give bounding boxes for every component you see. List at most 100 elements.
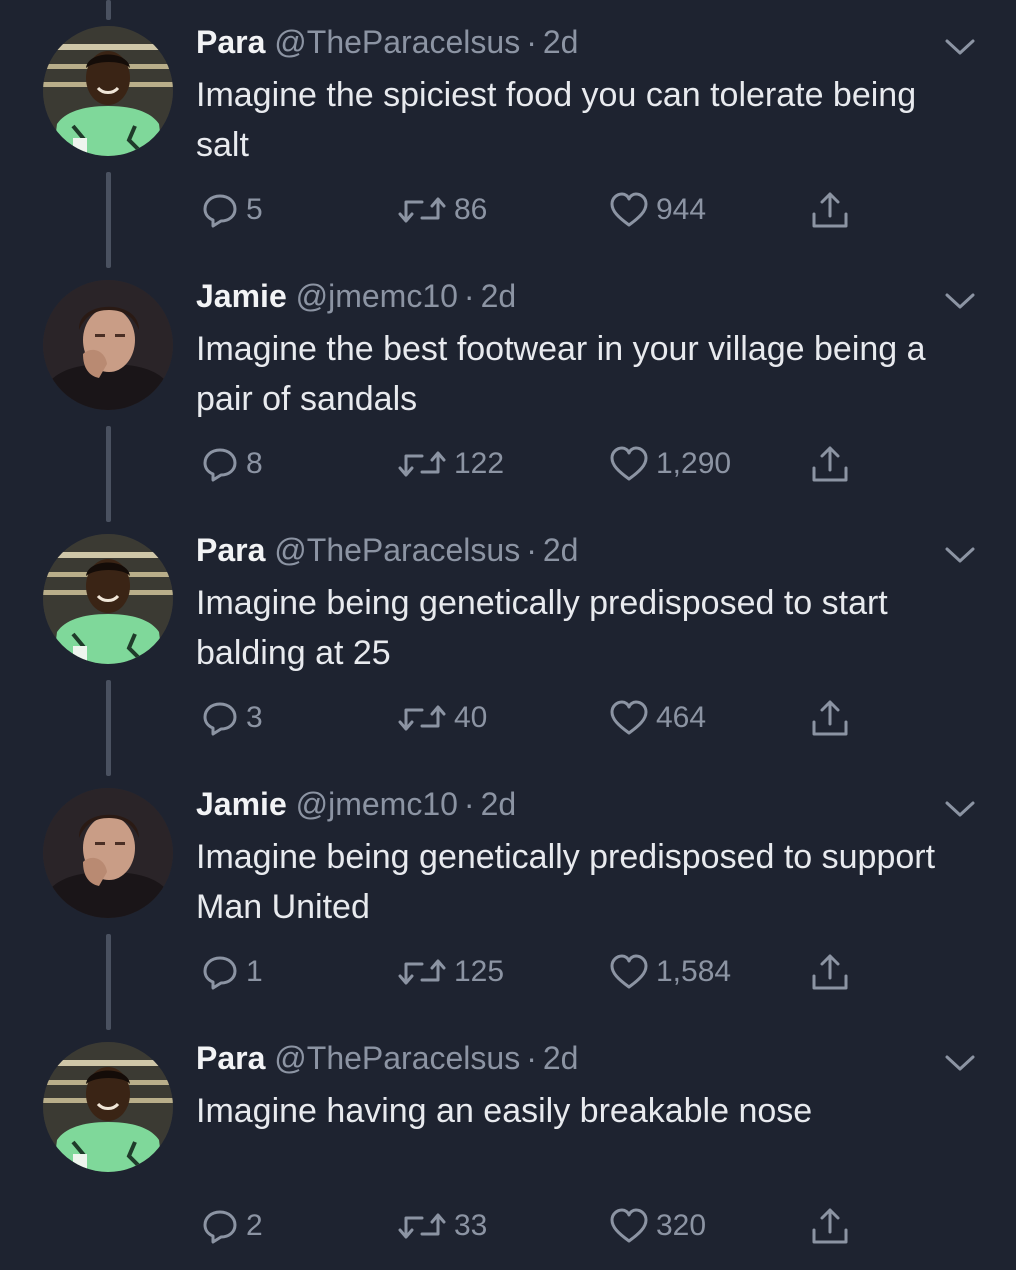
tweet-text: Imagine being genetically predisposed to… <box>196 584 888 672</box>
reply-count: 3 <box>246 701 263 734</box>
tweet-header: Para @TheParacelsus · 2d <box>196 1038 578 1078</box>
share-button[interactable] <box>808 188 852 232</box>
chevron-down-icon[interactable] <box>944 290 976 312</box>
like-button[interactable]: 1,290 <box>608 442 731 486</box>
tweet-actions: 2 33 320 <box>196 1204 896 1248</box>
tweet[interactable]: Para @TheParacelsus · 2d Imagine having an… <box>0 1016 1016 1270</box>
heart-icon <box>608 1206 650 1246</box>
tweet-actions: 8 122 1,290 <box>196 442 896 486</box>
tweet[interactable]: Para @TheParacelsus · 2d Imagine the spici… <box>0 0 1016 254</box>
share-icon <box>808 442 852 486</box>
author-handle[interactable]: @jmemc10 <box>296 278 458 314</box>
retweet-count: 86 <box>454 193 488 226</box>
timestamp[interactable]: 2d <box>481 278 517 314</box>
reply-button[interactable]: 5 <box>200 188 263 232</box>
chevron-down-icon[interactable] <box>944 36 976 58</box>
avatar-jamie[interactable] <box>43 280 173 410</box>
tweet-text: Imagine the best footwear in your villag… <box>196 330 926 418</box>
timestamp[interactable]: 2d <box>543 1040 579 1076</box>
retweet-icon <box>396 952 448 992</box>
retweet-button[interactable]: 40 <box>396 696 487 740</box>
tweet-text: Imagine the spiciest food you can tolera… <box>196 76 917 164</box>
avatar-jamie[interactable] <box>43 788 173 918</box>
share-button[interactable] <box>808 696 852 740</box>
heart-icon <box>608 698 650 738</box>
separator-dot: · <box>526 24 537 60</box>
reply-count: 2 <box>246 1209 263 1242</box>
heart-icon <box>608 444 650 484</box>
reply-button[interactable]: 1 <box>200 950 263 994</box>
like-button[interactable]: 1,584 <box>608 950 731 994</box>
retweet-count: 125 <box>454 955 505 988</box>
retweet-count: 122 <box>454 447 505 480</box>
author-handle[interactable]: @TheParacelsus <box>274 532 520 568</box>
like-button[interactable]: 320 <box>608 1204 706 1248</box>
like-count: 320 <box>656 1209 707 1242</box>
retweet-button[interactable]: 122 <box>396 442 504 486</box>
tweet-header: Para @TheParacelsus · 2d <box>196 530 578 570</box>
retweet-button[interactable]: 125 <box>396 950 504 994</box>
like-button[interactable]: 464 <box>608 696 706 740</box>
retweet-icon <box>396 1206 448 1246</box>
retweet-button[interactable]: 86 <box>396 188 487 232</box>
tweet-header: Jamie @jmemc10 · 2d <box>196 784 516 824</box>
like-count: 1,290 <box>656 447 732 480</box>
tweet[interactable]: Jamie @jmemc10 · 2d Imagine being genetica… <box>0 762 1016 1016</box>
author-handle[interactable]: @TheParacelsus <box>274 24 520 60</box>
reply-icon <box>200 190 240 230</box>
chevron-down-icon[interactable] <box>944 1052 976 1074</box>
avatar-para[interactable] <box>43 1042 173 1172</box>
author-handle[interactable]: @TheParacelsus <box>274 1040 520 1076</box>
separator-dot: · <box>526 1040 537 1076</box>
share-button[interactable] <box>808 950 852 994</box>
retweet-icon <box>396 444 448 484</box>
tweet-actions: 5 86 944 <box>196 188 896 232</box>
share-icon <box>808 950 852 994</box>
separator-dot: · <box>526 532 537 568</box>
separator-dot: · <box>463 278 475 314</box>
reply-button[interactable]: 3 <box>200 696 263 740</box>
tweet[interactable]: Jamie @jmemc10 · 2d Imagine the best footw… <box>0 254 1016 508</box>
like-count: 1,584 <box>656 955 732 988</box>
author-name[interactable]: Jamie <box>196 278 287 314</box>
reply-icon <box>200 952 240 992</box>
avatar-para[interactable] <box>43 26 173 156</box>
tweet-text: Imagine having an easily breakable nose <box>196 1092 813 1130</box>
avatar-para[interactable] <box>43 534 173 664</box>
share-button[interactable] <box>808 442 852 486</box>
like-count: 944 <box>656 193 707 226</box>
share-button[interactable] <box>808 1204 852 1248</box>
share-icon <box>808 696 852 740</box>
separator-dot: · <box>463 786 475 822</box>
reply-icon <box>200 1206 240 1246</box>
tweet-actions: 3 40 464 <box>196 696 896 740</box>
timestamp[interactable]: 2d <box>543 24 579 60</box>
retweet-icon <box>396 190 448 230</box>
reply-button[interactable]: 8 <box>200 442 263 486</box>
share-icon <box>808 188 852 232</box>
chevron-down-icon[interactable] <box>944 544 976 566</box>
author-name[interactable]: Para <box>196 532 265 568</box>
author-handle[interactable]: @jmemc10 <box>296 786 458 822</box>
tweet-header: Para @TheParacelsus · 2d <box>196 22 578 62</box>
timestamp[interactable]: 2d <box>481 786 517 822</box>
tweet-text: Imagine being genetically predisposed to… <box>196 838 936 926</box>
author-name[interactable]: Jamie <box>196 786 287 822</box>
author-name[interactable]: Para <box>196 1040 265 1076</box>
retweet-count: 33 <box>454 1209 488 1242</box>
timestamp[interactable]: 2d <box>543 532 579 568</box>
heart-icon <box>608 190 650 230</box>
reply-button[interactable]: 2 <box>200 1204 263 1248</box>
share-icon <box>808 1204 852 1248</box>
tweet-actions: 1 125 1,584 <box>196 950 896 994</box>
reply-icon <box>200 444 240 484</box>
tweet[interactable]: Para @TheParacelsus · 2d Imagine being gen… <box>0 508 1016 762</box>
chevron-down-icon[interactable] <box>944 798 976 820</box>
reply-count: 5 <box>246 193 263 226</box>
like-count: 464 <box>656 701 707 734</box>
tweet-header: Jamie @jmemc10 · 2d <box>196 276 516 316</box>
heart-icon <box>608 952 650 992</box>
author-name[interactable]: Para <box>196 24 265 60</box>
retweet-button[interactable]: 33 <box>396 1204 487 1248</box>
like-button[interactable]: 944 <box>608 188 706 232</box>
